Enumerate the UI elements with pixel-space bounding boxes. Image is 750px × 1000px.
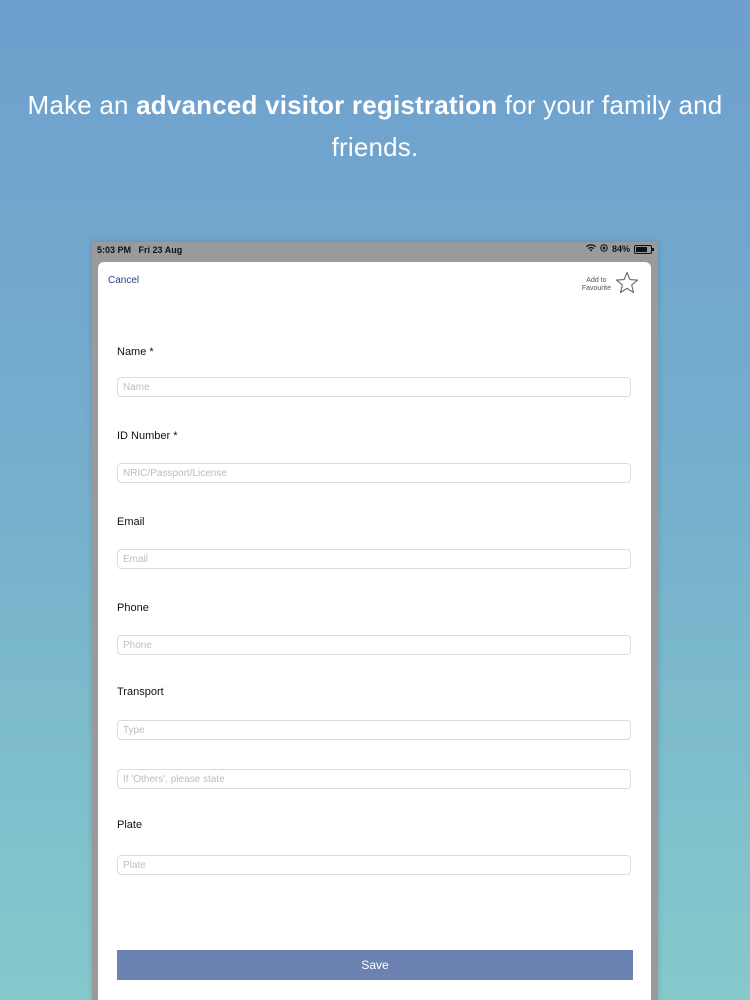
plate-input[interactable] <box>117 855 631 875</box>
headline-bold: advanced visitor registration <box>136 90 498 120</box>
email-input[interactable] <box>117 549 631 569</box>
favourite-label-line2: Favourite <box>581 285 611 292</box>
transport-type-input[interactable] <box>117 720 631 740</box>
email-label: Email <box>117 516 145 528</box>
cancel-button[interactable]: Cancel <box>108 275 139 286</box>
phone-label: Phone <box>117 602 149 614</box>
device-frame: 5:03 PM Fri 23 Aug 84% Cancel Add to Fav… <box>92 242 658 1000</box>
status-bar: 5:03 PM Fri 23 Aug 84% <box>92 242 658 260</box>
headline: Make an advanced visitor registration fo… <box>0 84 750 168</box>
star-icon <box>615 271 639 299</box>
registration-sheet: Cancel Add to Favourite Name * ID Number… <box>98 262 651 1000</box>
name-label: Name * <box>117 346 154 358</box>
status-time-date: 5:03 PM Fri 23 Aug <box>97 245 182 255</box>
transport-other-input[interactable] <box>117 769 631 789</box>
transport-label: Transport <box>117 686 164 698</box>
status-time: 5:03 PM <box>97 245 132 255</box>
add-to-favourite-button[interactable]: Add to Favourite <box>582 271 639 299</box>
battery-percent: 84% <box>611 244 630 254</box>
favourite-label-line1: Add to <box>586 277 607 284</box>
wifi-icon <box>585 244 596 254</box>
id-number-input[interactable] <box>117 463 631 483</box>
name-input[interactable] <box>117 377 631 397</box>
status-right: 84% <box>585 244 654 254</box>
headline-prefix: Make an <box>27 90 137 120</box>
id-number-label: ID Number * <box>117 430 178 442</box>
plate-label: Plate <box>117 819 143 831</box>
location-icon <box>600 244 608 254</box>
favourite-label: Add to Favourite <box>582 277 611 293</box>
status-date: Fri 23 Aug <box>138 245 183 255</box>
battery-icon <box>634 244 654 254</box>
phone-input[interactable] <box>117 635 631 655</box>
save-button[interactable]: Save <box>117 950 633 980</box>
